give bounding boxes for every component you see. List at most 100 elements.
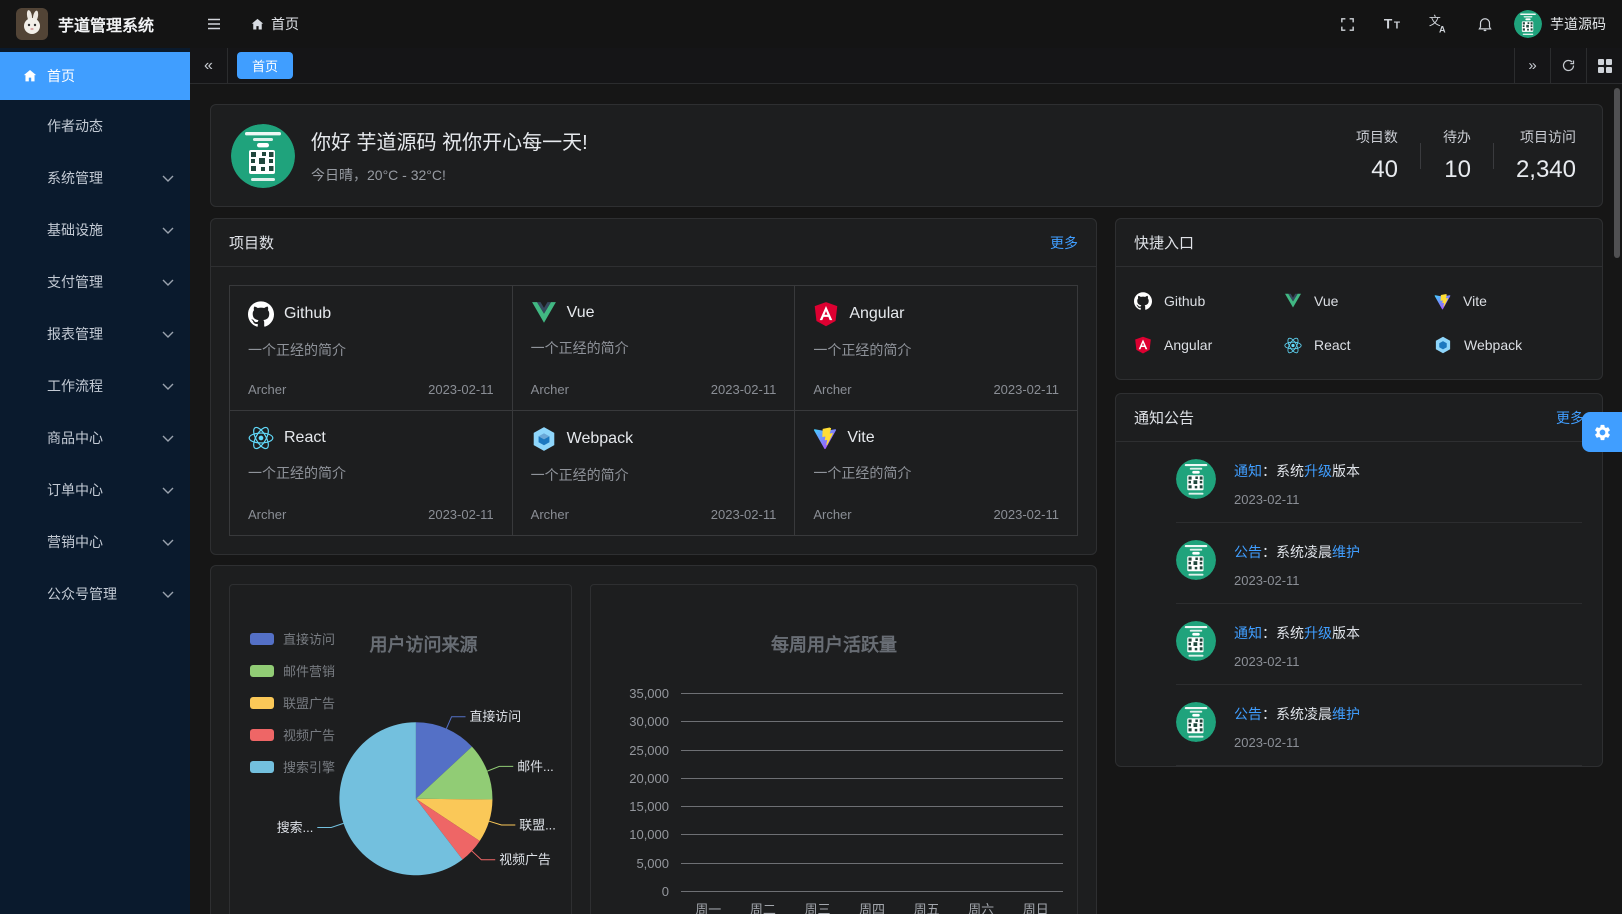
notices-title: 通知公告 <box>1134 407 1194 428</box>
tab-home[interactable]: 首页 <box>237 52 293 79</box>
y-axis-tick-label: 25,000 <box>591 743 669 758</box>
notice-item[interactable]: 通知：系统升级版本 2023-02-11 <box>1116 604 1602 684</box>
x-axis-tick-label: 周四 <box>845 899 900 914</box>
y-axis-tick-label: 20,000 <box>591 771 669 786</box>
language-icon: 文 A <box>1428 13 1450 35</box>
project-card-github[interactable]: Github 一个正经的简介 Archer 2023-02-11 <box>230 286 512 410</box>
pie-label-leader <box>472 851 495 860</box>
project-date: 2023-02-11 <box>993 507 1059 522</box>
project-author: Archer <box>248 507 286 522</box>
user-qr-avatar <box>231 124 295 188</box>
notice-avatar <box>1176 621 1216 661</box>
app-header: 芋道管理系统 首页 T T 文 A 芋道源码 <box>0 0 1622 48</box>
stats: 项目数 40 待办 10 项目访问 2,340 <box>1334 127 1576 184</box>
project-card-angular[interactable]: Angular 一个正经的简介 Archer 2023-02-11 <box>795 286 1077 410</box>
stat-visits: 项目访问 2,340 <box>1494 127 1576 184</box>
notice-item[interactable]: 公告：系统凌晨维护 2023-02-11 <box>1116 523 1602 603</box>
project-date: 2023-02-11 <box>711 382 777 397</box>
user-menu[interactable]: 芋道源码 <box>1514 10 1606 38</box>
sidebar-item-wechat-mp[interactable]: 公众号管理 <box>0 568 190 620</box>
shortcut-github[interactable]: Github <box>1134 279 1284 323</box>
project-card-react[interactable]: React 一个正经的简介 Archer 2023-02-11 <box>230 411 512 535</box>
double-chevron-right-icon: » <box>1528 57 1536 74</box>
app-logo[interactable] <box>16 8 48 40</box>
y-axis-tick-label: 5,000 <box>591 856 669 871</box>
sidebar-item-marketing[interactable]: 营销中心 <box>0 516 190 568</box>
x-axis-tick-label: 周五 <box>899 899 954 914</box>
tags-scroll-left-button[interactable]: « <box>190 48 228 84</box>
bell-icon <box>1476 15 1494 33</box>
projects-more-link[interactable]: 更多 <box>1050 233 1078 253</box>
y-axis-tick-label: 0 <box>591 884 669 899</box>
project-date: 2023-02-11 <box>428 382 494 397</box>
pie-slice-label: 邮件... <box>517 759 554 774</box>
breadcrumb[interactable]: 首页 <box>250 14 299 34</box>
refresh-button[interactable] <box>1550 48 1586 84</box>
greeting-text: 你好 芋道源码 祝你开心每一天! <box>311 126 588 155</box>
stat-todo: 待办 10 <box>1421 127 1493 184</box>
bar-chart-title: 每周用户活跃量 <box>591 631 1077 657</box>
shortcut-vite[interactable]: Vite <box>1434 279 1584 323</box>
shortcuts-grid: Github Vue Vite <box>1116 267 1602 379</box>
github-icon <box>1134 292 1152 310</box>
project-date: 2023-02-11 <box>428 507 494 522</box>
fullscreen-button[interactable] <box>1330 7 1364 41</box>
chevron-down-icon <box>162 539 174 546</box>
notice-title: 通知：系统升级版本 <box>1234 461 1360 481</box>
notice-item[interactable]: 通知：系统升级版本 2023-02-11 <box>1116 442 1602 522</box>
react-icon <box>248 426 274 450</box>
user-avatar <box>1514 10 1542 38</box>
page-scrollbar-thumb[interactable] <box>1614 88 1620 258</box>
language-button[interactable]: 文 A <box>1422 7 1456 41</box>
project-author: Archer <box>531 382 569 397</box>
pie-slice-label: 视频广告 <box>499 852 551 867</box>
font-size-button[interactable]: T T <box>1376 7 1410 41</box>
shortcut-angular[interactable]: Angular <box>1134 323 1284 367</box>
sidebar-item-infra[interactable]: 基础设施 <box>0 204 190 256</box>
project-card-vue[interactable]: Vue 一个正经的简介 Archer 2023-02-11 <box>513 286 795 410</box>
notice-date: 2023-02-11 <box>1234 654 1360 669</box>
project-card-vite[interactable]: Vite 一个正经的简介 Archer 2023-02-11 <box>795 411 1077 535</box>
vue-icon <box>531 301 557 325</box>
notices-more-link[interactable]: 更多 <box>1556 408 1584 428</box>
sidebar-item-order[interactable]: 订单中心 <box>0 464 190 516</box>
shortcut-webpack[interactable]: Webpack <box>1434 323 1584 367</box>
projects-title: 项目数 <box>229 232 274 253</box>
chevron-down-icon <box>162 383 174 390</box>
notice-title: 公告：系统凌晨维护 <box>1234 542 1360 562</box>
page-content: 你好 芋道源码 祝你开心每一天! 今日晴，20°C - 32°C! 项目数 40… <box>190 84 1622 914</box>
tab-actions: » <box>1514 48 1622 84</box>
settings-drawer-button[interactable] <box>1582 412 1622 452</box>
shortcuts-title: 快捷入口 <box>1134 232 1194 253</box>
menu-fold-button[interactable] <box>196 6 232 42</box>
stat-projects: 项目数 40 <box>1334 127 1420 184</box>
project-card-webpack[interactable]: Webpack 一个正经的简介 Archer 2023-02-11 <box>513 411 795 535</box>
tab-options-button[interactable] <box>1586 48 1622 84</box>
shortcut-vue[interactable]: Vue <box>1284 279 1434 323</box>
sidebar-item-author-news[interactable]: 作者动态 <box>0 100 190 152</box>
sidebar-item-home[interactable]: 首页 <box>0 52 190 100</box>
project-author: Archer <box>248 382 286 397</box>
chevron-down-icon <box>162 227 174 234</box>
notification-bell-button[interactable] <box>1468 7 1502 41</box>
notice-title: 公告：系统凌晨维护 <box>1234 704 1360 724</box>
sidebar-item-system[interactable]: 系统管理 <box>0 152 190 204</box>
projects-grid: Github 一个正经的简介 Archer 2023-02-11 <box>229 285 1078 536</box>
fullscreen-icon <box>1339 16 1356 33</box>
webpack-icon <box>531 426 557 452</box>
divider <box>1176 765 1582 766</box>
sidebar-item-payment[interactable]: 支付管理 <box>0 256 190 308</box>
tags-scroll-right-button[interactable]: » <box>1514 48 1550 84</box>
chevron-down-icon <box>162 175 174 182</box>
rabbit-logo-icon <box>16 8 48 40</box>
notice-item[interactable]: 公告：系统凌晨维护 2023-02-11 <box>1116 685 1602 765</box>
sidebar-item-product[interactable]: 商品中心 <box>0 412 190 464</box>
pie-label-leader <box>446 717 465 729</box>
pie-chart-svg[interactable]: 直接访问邮件...联盟...视频广告搜索... <box>230 585 571 914</box>
sidebar-item-workflow[interactable]: 工作流程 <box>0 360 190 412</box>
sidebar-item-report[interactable]: 报表管理 <box>0 308 190 360</box>
shortcut-react[interactable]: React <box>1284 323 1434 367</box>
chevron-down-icon <box>162 331 174 338</box>
breadcrumb-item-home: 首页 <box>271 14 299 34</box>
pie-slice-label: 直接访问 <box>469 709 521 724</box>
